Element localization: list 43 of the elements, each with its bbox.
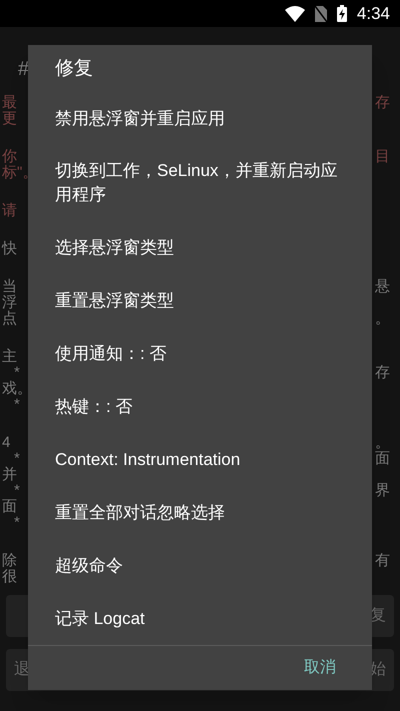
background-text: 面	[2, 499, 17, 515]
background-text: 除	[2, 553, 17, 569]
background-text: 请	[2, 203, 17, 219]
background-text: 悬	[375, 279, 390, 295]
menu-item[interactable]: 使用通知：: 否	[28, 327, 372, 380]
background-text: 你	[2, 149, 17, 165]
background-text: 面	[375, 451, 390, 467]
background-text: 界	[375, 483, 390, 499]
dialog-title: 修复	[55, 57, 94, 81]
menu-item[interactable]: 超级命令	[28, 539, 372, 592]
background-text: 点	[2, 311, 17, 327]
background-text: 并	[2, 467, 17, 483]
menu-item[interactable]: 禁用悬浮窗并重启应用	[28, 92, 372, 145]
page-heading: #	[18, 59, 30, 79]
background-text: *	[14, 365, 20, 381]
background-text: 有	[375, 553, 390, 569]
menu-item[interactable]: 记录 Logcat	[28, 592, 372, 645]
background-text: 浮	[2, 295, 17, 311]
background-text: 快	[2, 241, 17, 257]
menu-item[interactable]: 选择悬浮窗类型	[28, 221, 372, 274]
background-text: 4	[2, 435, 10, 451]
background-text: 更	[2, 111, 17, 127]
battery-charging-icon	[336, 5, 347, 22]
background-text: 。	[375, 311, 390, 327]
background-text: 当	[2, 279, 17, 295]
no-sim-icon	[314, 6, 327, 22]
background-text: 存	[375, 365, 390, 381]
wifi-icon	[284, 6, 305, 22]
background-text: *	[14, 451, 20, 467]
background-text: 最	[2, 95, 17, 111]
background-text: *	[14, 397, 20, 413]
cancel-button[interactable]: 取消	[302, 656, 338, 680]
background-text: *	[14, 483, 20, 499]
background-text: *	[14, 515, 20, 531]
background-text: 目	[375, 149, 390, 165]
menu-item[interactable]: 重置全部对话忽略选择	[28, 486, 372, 539]
background-text: 。	[375, 435, 390, 451]
background-text: 很	[2, 569, 17, 585]
clock-time: 4:34	[356, 2, 390, 25]
background-text: 主	[2, 349, 17, 365]
menu-item[interactable]: Context: Instrumentation	[28, 433, 372, 486]
menu-item[interactable]: 重置悬浮窗类型	[28, 274, 372, 327]
background-text: 存	[375, 95, 390, 111]
